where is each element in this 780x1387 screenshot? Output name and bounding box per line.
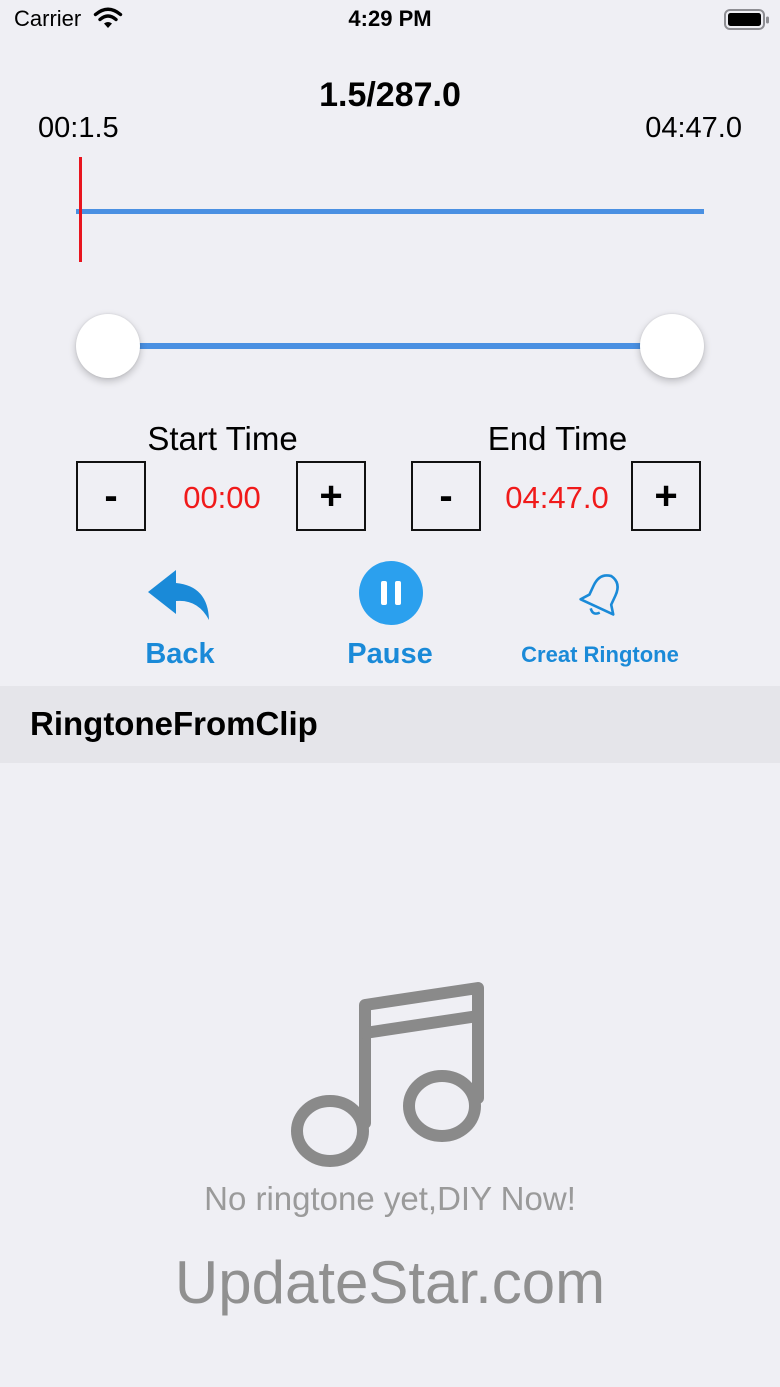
total-time-label: 04:47.0 [645, 112, 742, 144]
pause-icon [358, 560, 424, 631]
playback-progress-label: 1.5/287.0 [319, 76, 461, 114]
clip-range-track [108, 343, 672, 349]
back-label: Back [145, 638, 215, 670]
pause-label: Pause [347, 638, 433, 670]
end-time-decrease-button[interactable]: - [411, 461, 481, 531]
end-time-increase-button[interactable]: + [631, 461, 701, 531]
range-start-handle[interactable] [76, 314, 140, 378]
empty-state-message: No ringtone yet,DIY Now! [204, 1180, 576, 1217]
bell-icon [574, 568, 630, 629]
playhead-marker[interactable] [79, 157, 82, 262]
start-time-decrease-button[interactable]: - [76, 461, 146, 531]
create-ringtone-button[interactable]: Creat Ringtone [500, 566, 700, 676]
end-time-value: 04:47.0 [505, 480, 609, 515]
create-ringtone-label: Creat Ringtone [521, 642, 679, 667]
start-time-title: Start Time [147, 420, 298, 457]
battery-icon [724, 9, 770, 36]
start-time-value: 00:00 [183, 480, 261, 515]
status-time: 4:29 PM [348, 6, 432, 31]
back-button[interactable]: Back [120, 566, 240, 676]
timeline-track[interactable] [76, 209, 704, 214]
current-time-label: 00:1.5 [38, 112, 119, 144]
watermark-text: UpdateStar.com [174, 1249, 606, 1316]
music-note-icon [290, 978, 490, 1178]
range-end-handle[interactable] [640, 314, 704, 378]
section-title: RingtoneFromClip [30, 705, 318, 742]
reply-arrow-icon [146, 568, 216, 629]
end-time-title: End Time [487, 420, 628, 457]
start-time-increase-button[interactable]: + [296, 461, 366, 531]
pause-button[interactable]: Pause [330, 560, 450, 676]
